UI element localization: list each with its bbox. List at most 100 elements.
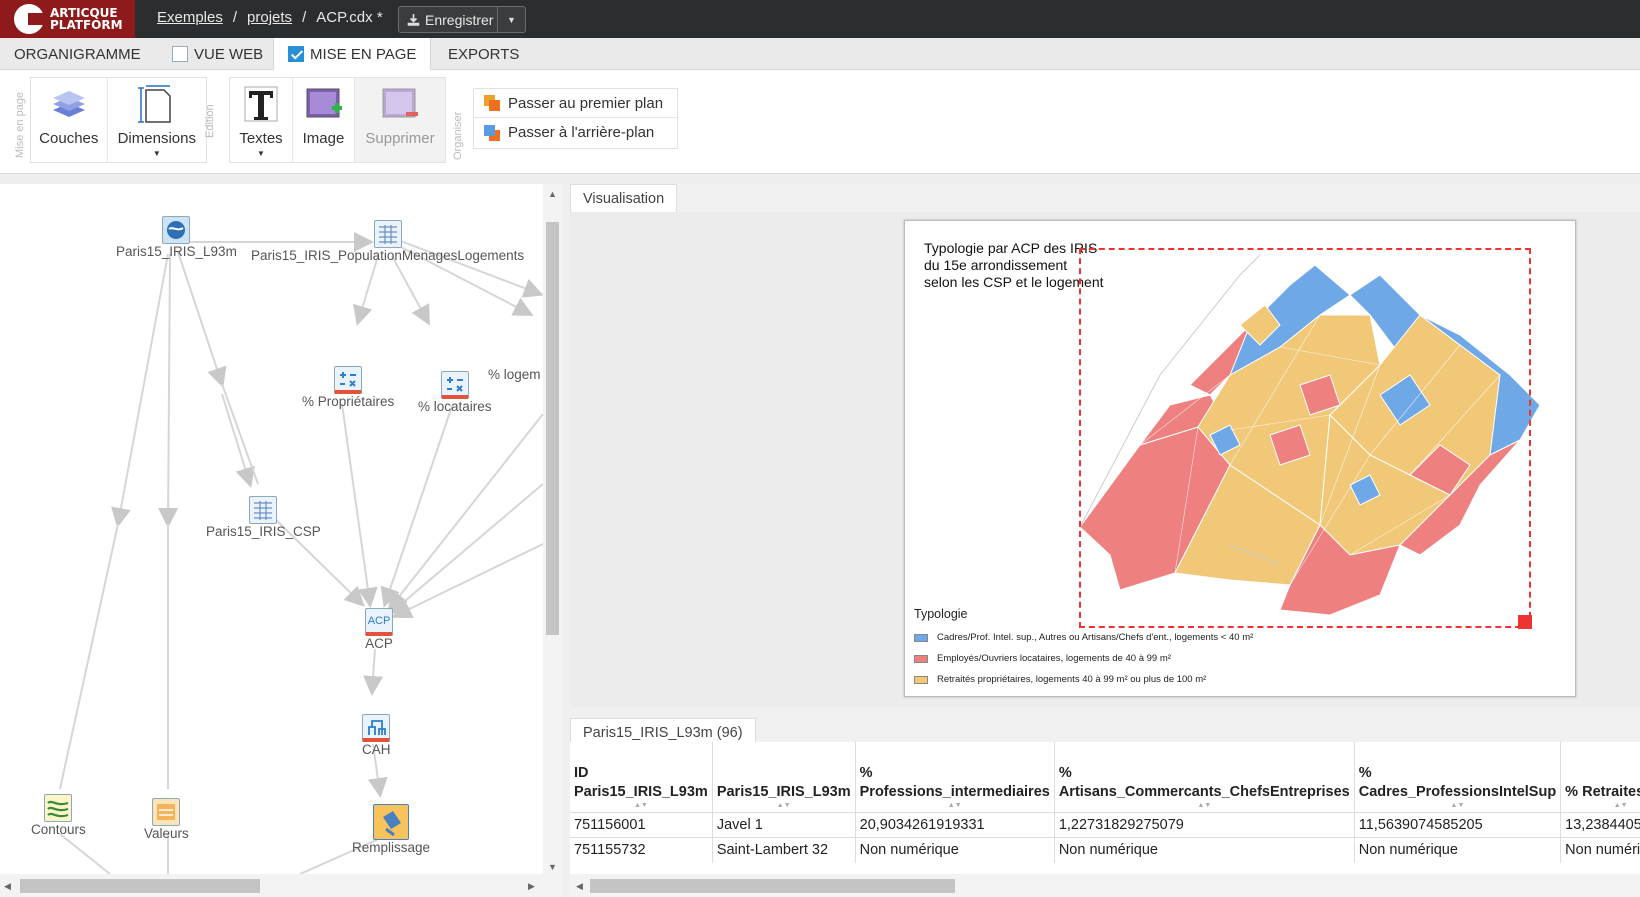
node-cah[interactable]: CAH	[362, 714, 391, 757]
top-bar: ARTICQUE PLATFORM Exemples / projets / ACP.cd…	[0, 0, 1640, 38]
flowchart-canvas[interactable]: Paris15_IRIS_L93m Paris15_IRIS_Populatio…	[0, 184, 562, 897]
tab-organigramme[interactable]: ORGANIGRAMME	[0, 38, 155, 70]
sort-icon[interactable]: ▲▼	[1565, 802, 1640, 810]
table-cell: 1,22731829275079	[1054, 812, 1355, 838]
textes-button[interactable]: Textes ▼	[230, 78, 293, 162]
tab-mise-en-page[interactable]: MISE EN PAGE	[273, 38, 432, 70]
send-back-icon	[484, 124, 500, 141]
tab-visualisation[interactable]: Visualisation	[570, 184, 678, 212]
breadcrumb-sep: /	[302, 9, 307, 26]
column-header-line2: Cadres_ProfessionsIntelSup	[1358, 784, 1557, 800]
tab-exports[interactable]: EXPORTS	[434, 38, 533, 70]
breadcrumb-projets[interactable]: projets	[247, 9, 292, 26]
table-row[interactable]: 751156001 Javel 1 20,9034261919331 1,227318…	[570, 812, 1640, 838]
table-icon	[373, 220, 402, 248]
bring-front-label: Passer au premier plan	[508, 94, 664, 112]
scroll-left-icon[interactable]: ◀	[576, 881, 583, 892]
dendrogram-icon	[362, 714, 391, 742]
table-body: 751156001 Javel 1 20,9034261919331 1,227318…	[570, 812, 1640, 863]
node-acp[interactable]: ACP ACP	[365, 608, 393, 651]
resize-handle[interactable]	[1518, 615, 1532, 629]
tab-label: VUE WEB	[194, 45, 264, 63]
node-paris15-iris-csp[interactable]: Paris15_IRIS_CSP	[206, 496, 321, 539]
column-header[interactable]: % Artisans_Commercants_ChefsEntreprises ▲▼	[1054, 742, 1355, 813]
dimensions-button[interactable]: Dimensions ▼	[108, 78, 206, 162]
supprimer-button[interactable]: Supprimer	[355, 78, 445, 162]
map-title[interactable]: Typologie par ACP des IRIS du 15e arrond…	[924, 240, 1104, 291]
bring-front-icon	[484, 95, 500, 111]
node-proprietaires[interactable]: % Propriétaires	[302, 366, 394, 409]
legend-swatch	[914, 675, 928, 684]
node-label: % logem	[488, 367, 541, 382]
column-header[interactable]: % Cadres_ProfessionsIntelSup ▲▼	[1354, 742, 1562, 813]
map-title-line1: Typologie par ACP des IRIS	[924, 240, 1098, 256]
breadcrumb-exemples[interactable]: Exemples	[157, 9, 223, 26]
couches-button[interactable]: Couches	[31, 78, 108, 162]
bring-to-front-button[interactable]: Passer au premier plan	[474, 89, 677, 118]
group-label-layout: Mise en page	[14, 91, 26, 158]
table-icon	[249, 496, 278, 524]
vue-web-checkbox[interactable]	[172, 46, 188, 62]
column-header-line1: %	[1058, 765, 1072, 781]
column-header[interactable]: % Retraites ▲▼	[1560, 742, 1640, 813]
node-label: % Propriétaires	[302, 394, 395, 409]
legend-swatch	[914, 633, 928, 642]
edit-group: Textes ▼ Image Supprimer	[229, 77, 446, 163]
column-header-line1	[717, 764, 851, 783]
tab-label: ORGANIGRAMME	[14, 45, 141, 63]
table-cell: 11,5639074585205	[1354, 812, 1562, 838]
mise-en-page-checkbox[interactable]	[288, 46, 304, 62]
column-header-line2: Artisans_Commercants_ChefsEntreprises	[1058, 784, 1350, 800]
scroll-down-icon[interactable]: ▼	[548, 862, 557, 872]
node-logem[interactable]: % logem	[488, 367, 541, 382]
node-population-menages-logements[interactable]: Paris15_IRIS_PopulationMenagesLogements	[251, 220, 524, 263]
breadcrumb: Exemples / projets / ACP.cdx *	[157, 9, 383, 26]
table-header-row: ID Paris15_IRIS_L93m ▲▼ Paris15_IRIS_L93m ▲…	[570, 742, 1640, 813]
selection-box[interactable]	[1079, 248, 1531, 628]
node-paris15-iris-l93m[interactable]: Paris15_IRIS_L93m	[116, 216, 237, 259]
node-contours[interactable]: Contours	[31, 794, 86, 837]
page-dimensions-icon	[137, 84, 177, 124]
legend-label: Retraités propriétaires, logements 40 à …	[937, 674, 1207, 685]
flowchart-hscroll-thumb[interactable]	[20, 879, 260, 893]
contours-icon	[44, 794, 73, 822]
column-header[interactable]: ID Paris15_IRIS_L93m ▲▼	[570, 742, 713, 813]
table-row[interactable]: 751155732 Saint-Lambert 32 Non numérique No…	[570, 837, 1640, 863]
column-header[interactable]: % Professions_intermediaires ▲▼	[855, 742, 1055, 813]
sort-icon[interactable]: ▲▼	[574, 802, 708, 810]
scroll-right-icon[interactable]: ▶	[528, 881, 535, 892]
sort-icon[interactable]: ▲▼	[1359, 802, 1556, 810]
legend-title: Typologie	[914, 607, 968, 621]
flowchart-vscroll-thumb[interactable]	[546, 222, 559, 635]
legend-item: Employés/Ouvriers locataires, logements …	[914, 653, 1171, 664]
sort-icon[interactable]: ▲▼	[860, 802, 1050, 810]
pane-separator	[0, 174, 1640, 184]
table-cell: Saint-Lambert 32	[712, 837, 856, 863]
sort-icon[interactable]: ▲▼	[1059, 802, 1350, 810]
table-cell: 13,2384405579	[1560, 812, 1640, 838]
scroll-left-icon[interactable]: ◀	[4, 881, 11, 892]
articque-logo[interactable]: ARTICQUE PLATFORM	[0, 0, 135, 38]
image-button[interactable]: Image	[293, 78, 355, 162]
delete-image-icon	[380, 84, 420, 124]
tab-data-table[interactable]: Paris15_IRIS_L93m (96)	[570, 718, 756, 744]
legend-label: Employés/Ouvriers locataires, logements …	[937, 653, 1171, 664]
tab-vue-web[interactable]: VUE WEB	[158, 38, 277, 70]
node-remplissage[interactable]: Remplissage	[352, 804, 430, 855]
layers-icon	[49, 84, 89, 124]
table-cell: 751156001	[570, 812, 713, 838]
breadcrumb-current: ACP.cdx *	[316, 9, 383, 26]
sort-icon[interactable]: ▲▼	[717, 802, 851, 810]
save-button[interactable]: Enregistrer	[398, 6, 498, 33]
save-options-dropdown[interactable]: ▼	[497, 6, 526, 33]
node-locataires[interactable]: % locataires	[418, 371, 492, 414]
legend-item: Cadres/Prof. Intel. sup., Autres ou Arti…	[914, 632, 1253, 643]
node-valeurs[interactable]: Valeurs	[144, 798, 189, 841]
viz-tab-label: Visualisation	[583, 191, 665, 207]
calculator-icon	[440, 371, 469, 399]
scroll-up-icon[interactable]: ▲	[548, 189, 557, 199]
node-label: Contours	[31, 822, 86, 837]
column-header[interactable]: Paris15_IRIS_L93m ▲▼	[712, 742, 856, 813]
table-hscroll-thumb[interactable]	[590, 879, 955, 893]
send-to-back-button[interactable]: Passer à l'arrière-plan	[474, 118, 677, 147]
